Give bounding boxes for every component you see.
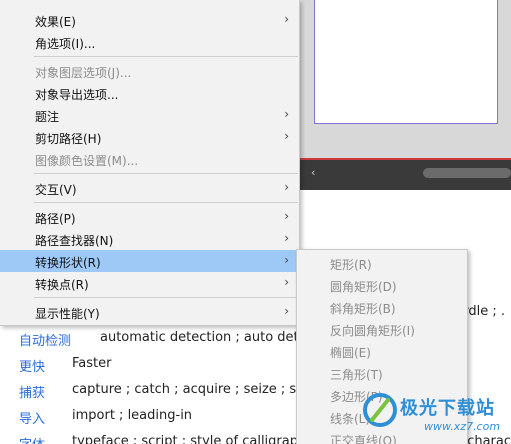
submenu-item-label: 斜角矩形(B) (330, 302, 396, 316)
chevron-right-icon: › (284, 275, 289, 289)
submenu-item-rounded-rectangle[interactable]: 圆角矩形(D) (297, 274, 467, 296)
scroll-left-icon[interactable]: ‹ (311, 166, 315, 179)
menu-separator (34, 173, 298, 174)
dictionary-definition: automatic detection ; auto detec (100, 330, 314, 345)
menu-item-label: 路径查找器(N) (35, 234, 114, 248)
menu-item-label: 对象图层选项(J)... (35, 66, 132, 80)
menu-item-label: 路径(P) (35, 212, 76, 226)
submenu-item-label: 椭圆(E) (330, 346, 371, 360)
submenu-item-ellipse[interactable]: 椭圆(E) (297, 340, 467, 362)
submenu-item-label: 圆角矩形(D) (330, 280, 397, 294)
dictionary-definition: capture ; catch ; acquire ; seize ; su (72, 382, 305, 397)
chevron-right-icon: › (284, 12, 289, 26)
menu-separator (34, 202, 298, 203)
menu-separator (34, 56, 298, 57)
chevron-right-icon: › (284, 180, 289, 194)
chevron-right-icon: › (284, 129, 289, 143)
menu-item-paths[interactable]: 路径(P) › (0, 206, 299, 228)
menu-separator (34, 297, 298, 298)
menu-item-pathfinder[interactable]: 路径查找器(N) › (0, 228, 299, 250)
menu-item-object-export-options[interactable]: 对象导出选项... (0, 82, 299, 104)
menu-item-label: 转换形状(R) (35, 256, 101, 270)
dictionary-term[interactable]: 更快 (19, 356, 45, 375)
watermark-logo-icon (363, 393, 397, 427)
menu-item-effects[interactable]: 效果(E) › (0, 9, 299, 31)
submenu-item-rectangle[interactable]: 矩形(R) (297, 252, 467, 274)
menu-item-label: 对象导出选项... (35, 88, 119, 102)
horizontal-scrollbar[interactable]: ‹ (305, 162, 511, 184)
chevron-right-icon: › (284, 304, 289, 318)
menu-item-display-performance[interactable]: 显示性能(Y) › (0, 301, 299, 323)
submenu-item-beveled-rectangle[interactable]: 斜角矩形(B) (297, 296, 467, 318)
watermark: 极光下载站 www.xz7.com (362, 388, 511, 444)
submenu-item-label: 反向圆角矩形(I) (330, 324, 415, 338)
menu-item-object-layer-options: 对象图层选项(J)... (0, 60, 299, 82)
chevron-right-icon: › (284, 231, 289, 245)
object-context-menu: 效果(E) › 角选项(I)... 对象图层选项(J)... 对象导出选项...… (0, 0, 300, 326)
menu-item-image-color-settings: 图像颜色设置(M)... (0, 148, 299, 170)
submenu-item-triangle[interactable]: 三角形(T) (297, 362, 467, 384)
chevron-right-icon: › (284, 107, 289, 121)
submenu-item-label: 三角形(T) (330, 368, 383, 382)
dictionary-definition: import ; leading-in (72, 408, 193, 423)
menu-item-label: 剪切路径(H) (35, 132, 102, 146)
menu-item-corner-options[interactable]: 角选项(I)... (0, 31, 299, 53)
menu-item-label: 交互(V) (35, 183, 77, 197)
menu-item-label: 转换点(R) (35, 278, 89, 292)
watermark-text: 极光下载站 (400, 398, 495, 419)
artboard (314, 0, 498, 124)
menu-item-convert-shape[interactable]: 转换形状(R) › (0, 250, 299, 272)
chevron-right-icon: › (284, 253, 289, 267)
menu-item-convert-point[interactable]: 转换点(R) › (0, 272, 299, 294)
dictionary-term[interactable]: 导入 (19, 408, 45, 427)
dictionary-term[interactable]: 捕获 (19, 382, 45, 401)
watermark-url: www.xz7.com (424, 420, 501, 433)
menu-item-clipping-path[interactable]: 剪切路径(H) › (0, 126, 299, 148)
menu-item-label: 图像颜色设置(M)... (35, 154, 139, 168)
dictionary-term[interactable]: 字体 (19, 434, 45, 444)
dictionary-definition: Faster (72, 356, 112, 371)
scroll-thumb[interactable] (423, 168, 511, 178)
menu-item-label: 效果(E) (35, 15, 76, 29)
dictionary-term[interactable]: 自动检测 (19, 330, 71, 349)
submenu-item-label: 矩形(R) (330, 258, 372, 272)
menu-item-label: 题注 (35, 110, 60, 124)
dictionary-definition: typeface ; script ; style of calligraphy (72, 434, 314, 444)
submenu-item-inverse-rounded-rectangle[interactable]: 反向圆角矩形(I) (297, 318, 467, 340)
menu-item-label: 角选项(I)... (35, 37, 96, 51)
menu-item-label: 显示性能(Y) (35, 307, 100, 321)
menu-item-captions[interactable]: 题注 › (0, 104, 299, 126)
chevron-right-icon: › (284, 209, 289, 223)
menu-item-interactive[interactable]: 交互(V) › (0, 177, 299, 199)
